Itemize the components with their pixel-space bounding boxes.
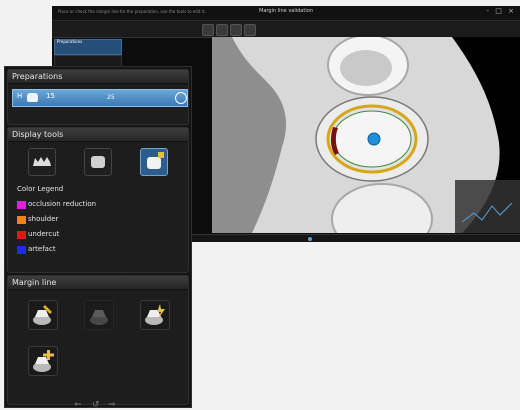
legend-label-occlusion: occlusion reduction [28, 200, 97, 208]
legend-swatch-artefact [17, 246, 26, 254]
draw-margin-icon [33, 305, 52, 325]
draw-margin-button[interactable] [28, 300, 58, 330]
preparations-title: Preparations [12, 72, 63, 81]
color-legend-title: Color Legend [17, 185, 64, 193]
legend-label-artefact: artefact [28, 245, 56, 253]
title-bar: Place or check the margin line for the p… [52, 6, 520, 21]
forward-arrow-icon[interactable]: ⇒ [108, 400, 116, 410]
timeline-knob[interactable] [308, 237, 312, 241]
tooth-view-icon [91, 156, 105, 168]
mini-preparations-label: Preparations [57, 39, 83, 44]
timeline-bar[interactable] [188, 234, 520, 242]
display-tools-title: Display tools [12, 130, 64, 139]
preparation-marker[interactable] [367, 132, 381, 146]
margin-line-section: Margin line ⇐ ↺ ⇒ [7, 275, 189, 410]
tools-panel: Preparations H 15 25 Display tools Color… [4, 66, 192, 410]
preparation-count: 25 [107, 94, 115, 101]
gear-icon[interactable] [175, 92, 187, 104]
margin-line-title: Margin line [12, 278, 57, 287]
edit-margin-button[interactable] [84, 300, 114, 330]
mini-chart [455, 180, 520, 233]
edit-margin-icon [90, 310, 108, 325]
tooth-icon [27, 93, 38, 102]
3d-viewport[interactable] [212, 37, 520, 233]
legend-swatch-undercut [17, 231, 26, 239]
preparation-tooth-number: 15 [46, 92, 55, 100]
scan-render [212, 37, 520, 233]
toolbar [52, 21, 520, 38]
display-tools-section: Display tools Color Legend occlusion red… [7, 127, 189, 273]
preparation-view-icon [147, 152, 164, 169]
mini-preparations[interactable]: Preparations [54, 39, 122, 55]
preparation-jaw: H [17, 92, 23, 100]
auto-margin-button[interactable] [140, 300, 170, 330]
display-tools-header: Display tools [8, 128, 188, 142]
jaw-view-button[interactable] [28, 148, 56, 176]
margin-line-header: Margin line [8, 276, 188, 290]
single-tooth-view-button[interactable] [84, 148, 112, 176]
preparation-row[interactable]: H 15 25 [12, 89, 188, 107]
legend-swatch-occlusion [17, 201, 26, 209]
reset-icon[interactable]: ↺ [92, 400, 100, 410]
preparations-section: Preparations H 15 25 [7, 69, 189, 125]
upper-tooth-groove [340, 50, 392, 86]
toolbar-button[interactable] [230, 24, 242, 36]
window-controls[interactable]: - □ × [487, 7, 516, 15]
toolbar-button[interactable] [216, 24, 228, 36]
back-arrow-icon[interactable]: ⇐ [74, 400, 82, 410]
jaw-icon [33, 157, 51, 166]
toolbar-button[interactable] [202, 24, 214, 36]
toolbar-button[interactable] [244, 24, 256, 36]
preparation-view-button[interactable] [140, 148, 168, 176]
auto-margin-icon [145, 304, 165, 325]
legend-label-shoulder: shoulder [28, 215, 59, 223]
legend-swatch-shoulder [17, 216, 26, 224]
window-title: Margin line validation [259, 8, 313, 14]
add-margin-button[interactable] [28, 346, 58, 376]
add-margin-icon [33, 350, 54, 372]
preparations-header: Preparations [8, 70, 188, 84]
legend-label-undercut: undercut [28, 230, 60, 238]
